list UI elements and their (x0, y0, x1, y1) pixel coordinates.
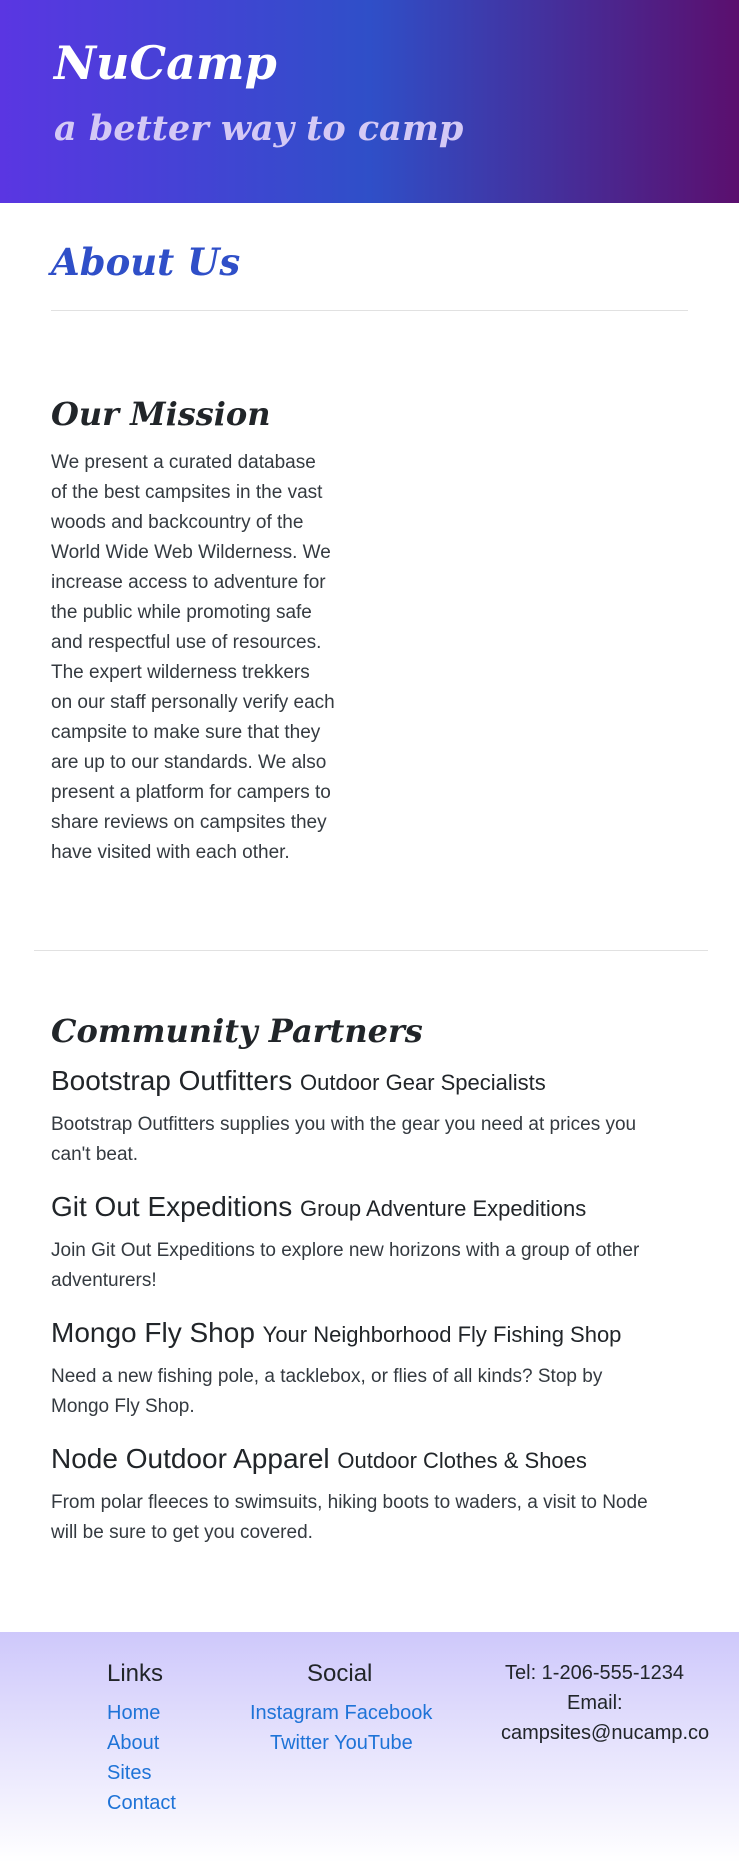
brand-tagline: a better way to camp (54, 108, 464, 149)
partner-name: Bootstrap Outfitters (51, 1065, 293, 1096)
footer-social-heading: Social (307, 1660, 373, 1687)
mission-line: share reviews on campsites they (51, 812, 327, 833)
brand-title: NuCamp (54, 36, 277, 90)
partner-subtitle: Group Adventure Expeditions (300, 1196, 587, 1221)
partner-description: Bootstrap Outfitters supplies you with t… (51, 1110, 691, 1170)
mission-line: increase access to adventure for (51, 572, 326, 593)
mission-line: campsite to make sure that they (51, 722, 321, 743)
mission-heading: Our Mission (51, 395, 271, 433)
partner-description: Join Git Out Expeditions to explore new … (51, 1236, 691, 1296)
footer-email: campsites@nucamp.co (501, 1722, 710, 1744)
mission-line: World Wide Web Wilderness. We (51, 542, 331, 563)
partner-description-line: From polar fleeces to swimsuits, hiking … (51, 1492, 648, 1513)
partner-description-line: can't beat. (51, 1144, 139, 1165)
footer-phone: Tel: 1-206-555-1234 (505, 1662, 685, 1684)
partner-description-line: will be sure to get you covered. (51, 1522, 313, 1543)
partner-description-line: Need a new fishing pole, a tacklebox, or… (51, 1366, 603, 1387)
partner-name: Node Outdoor Apparel (51, 1443, 330, 1474)
mission-line: the public while promoting safe (51, 602, 312, 623)
mission-line: The expert wilderness trekkers (51, 662, 310, 683)
footer-link-contact[interactable]: Contact (107, 1792, 176, 1815)
mission-line: of the best campsites in the vast (51, 482, 323, 503)
footer-link-about[interactable]: About (107, 1732, 159, 1755)
partner-description-line: Bootstrap Outfitters supplies you with t… (51, 1114, 637, 1135)
mission-line: on our staff personally verify each (51, 692, 335, 713)
section-divider (34, 950, 708, 951)
partner-heading: Git Out Expeditions Group Adventure Expe… (51, 1191, 586, 1223)
partner-name: Git Out Expeditions (51, 1191, 293, 1222)
mission-line: We present a curated database (51, 452, 316, 473)
mission-line: woods and backcountry of the (51, 512, 304, 533)
mission-line: present a platform for campers to (51, 782, 331, 803)
partner-description-line: Join Git Out Expeditions to explore new … (51, 1240, 640, 1261)
site-footer: Links Home About Sites Contact Social In… (0, 1632, 739, 1863)
partner-subtitle: Your Neighborhood Fly Fishing Shop (262, 1322, 622, 1347)
mission-line: are up to our standards. We also (51, 752, 327, 773)
partner-description-line: Mongo Fly Shop. (51, 1396, 195, 1417)
footer-email-label: Email: (567, 1692, 623, 1714)
mission-line: and respectful use of resources. (51, 632, 322, 653)
page-title: About Us (51, 240, 241, 284)
mission-line: have visited with each other. (51, 842, 290, 863)
partner-subtitle: Outdoor Clothes & Shoes (337, 1448, 587, 1473)
title-divider (51, 310, 688, 311)
partner-heading: Node Outdoor Apparel Outdoor Clothes & S… (51, 1443, 587, 1475)
partner-description-line: adventurers! (51, 1270, 157, 1291)
partner-heading: Bootstrap Outfitters Outdoor Gear Specia… (51, 1065, 546, 1097)
partner-name: Mongo Fly Shop (51, 1317, 255, 1348)
header-jumbotron: NuCamp a better way to camp (0, 0, 739, 203)
partner-description: From polar fleeces to swimsuits, hiking … (51, 1488, 691, 1548)
partners-heading: Community Partners (51, 1012, 423, 1050)
partner-description: Need a new fishing pole, a tacklebox, or… (51, 1362, 691, 1422)
footer-link-home[interactable]: Home (107, 1702, 160, 1725)
footer-link-sites[interactable]: Sites (107, 1762, 151, 1785)
partner-subtitle: Outdoor Gear Specialists (300, 1070, 546, 1095)
partner-heading: Mongo Fly Shop Your Neighborhood Fly Fis… (51, 1317, 621, 1349)
footer-social-row[interactable]: Instagram Facebook (250, 1702, 432, 1725)
mission-text: We present a curated database of the bes… (51, 448, 356, 868)
footer-links-heading: Links (107, 1660, 164, 1687)
footer-social-row[interactable]: Twitter YouTube (270, 1732, 413, 1755)
